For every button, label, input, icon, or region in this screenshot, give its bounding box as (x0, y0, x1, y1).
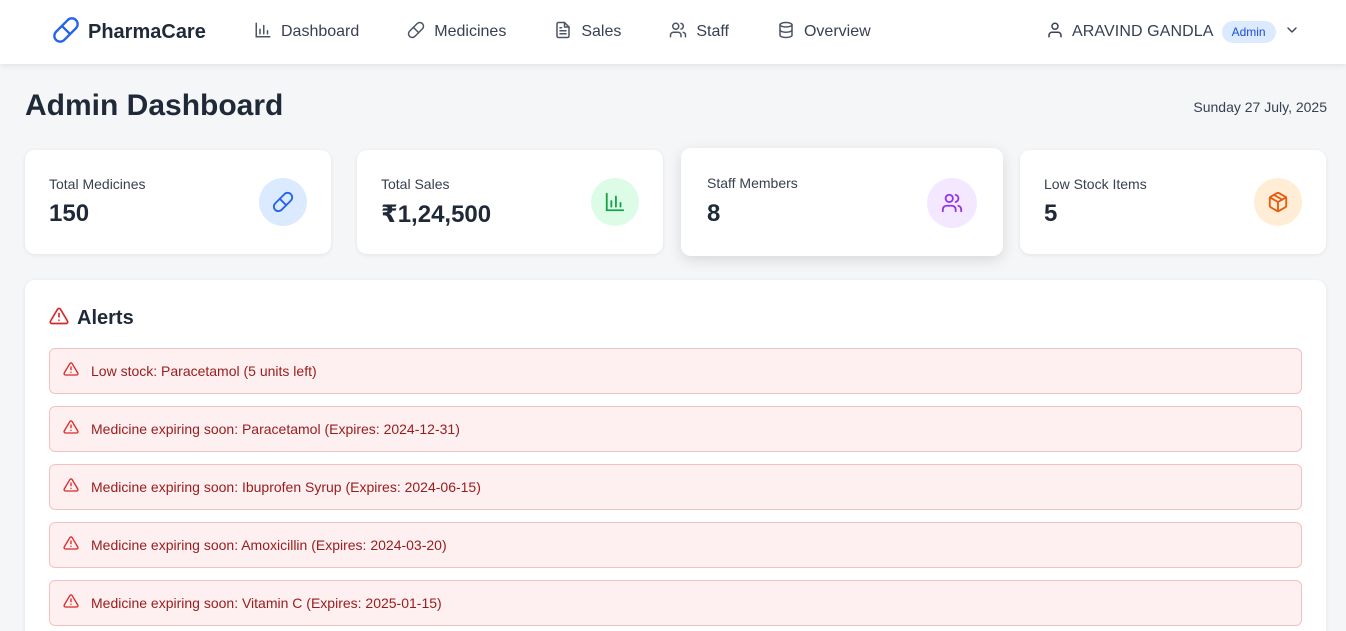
stat-value: ₹1,24,500 (381, 201, 492, 228)
users-icon (669, 21, 687, 44)
alert-text: Medicine expiring soon: Ibuprofen Syrup … (91, 479, 481, 495)
stat-value: 8 (707, 200, 721, 227)
page-title: Admin Dashboard (25, 89, 284, 122)
pill-icon (259, 178, 307, 226)
stat-value: 150 (49, 200, 90, 227)
nav-item-dashboard[interactable]: Dashboard (254, 0, 359, 64)
package-icon (1254, 178, 1302, 226)
brand-name: PharmaCare (88, 20, 206, 43)
stat-card-total-medicines: Total Medicines 150 (25, 150, 331, 254)
alert-item: Medicine expiring soon: Paracetamol (Exp… (49, 406, 1302, 452)
document-icon (554, 21, 572, 44)
stat-card-staff-members: Staff Members 8 (681, 148, 1003, 256)
stat-card-low-stock: Low Stock Items 5 (1020, 150, 1326, 254)
stat-label: Staff Members (707, 175, 798, 191)
users-icon (927, 178, 977, 228)
stat-label: Total Sales (381, 176, 450, 192)
alerts-title: Alerts (77, 307, 134, 329)
stat-card-total-sales: Total Sales ₹1,24,500 (357, 150, 663, 254)
warning-icon (63, 477, 79, 498)
warning-icon (63, 593, 79, 614)
alert-text: Medicine expiring soon: Amoxicillin (Exp… (91, 537, 447, 553)
stat-label: Low Stock Items (1044, 176, 1147, 192)
stat-label: Total Medicines (49, 176, 146, 192)
alerts-panel: Alerts Low stock: Paracetamol (5 units l… (25, 280, 1326, 631)
main-nav: Dashboard Medicines Sales Staff Overview (254, 0, 871, 64)
nav-label: Medicines (434, 23, 507, 40)
brand-logo[interactable]: PharmaCare (52, 16, 206, 49)
alert-item: Medicine expiring soon: Vitamin C (Expir… (49, 580, 1302, 626)
nav-label: Staff (696, 23, 729, 40)
top-navbar: PharmaCare Dashboard Medicines Sales Sta… (0, 0, 1346, 64)
nav-item-staff[interactable]: Staff (669, 0, 729, 64)
nav-item-medicines[interactable]: Medicines (407, 0, 506, 64)
user-menu[interactable]: ARAVIND GANDLA Admin (1046, 18, 1300, 46)
warning-icon (49, 306, 69, 331)
nav-label: Overview (803, 23, 871, 40)
alert-item: Medicine expiring soon: Amoxicillin (Exp… (49, 522, 1302, 568)
alerts-header: Alerts (49, 306, 134, 331)
bar-chart-icon (254, 21, 272, 44)
warning-icon (63, 361, 79, 382)
chevron-down-icon[interactable] (1284, 22, 1300, 43)
user-name: ARAVIND GANDLA (1072, 23, 1214, 40)
alert-item: Medicine expiring soon: Ibuprofen Syrup … (49, 464, 1302, 510)
alert-text: Medicine expiring soon: Paracetamol (Exp… (91, 421, 460, 437)
pill-icon (407, 21, 425, 44)
bar-chart-icon (591, 178, 639, 226)
role-badge: Admin (1221, 21, 1276, 43)
user-icon (1046, 21, 1064, 44)
nav-item-sales[interactable]: Sales (554, 0, 621, 64)
pill-icon (52, 16, 80, 49)
alert-text: Medicine expiring soon: Vitamin C (Expir… (91, 595, 442, 611)
nav-item-overview[interactable]: Overview (777, 0, 871, 64)
database-icon (777, 21, 795, 44)
stat-value: 5 (1044, 200, 1058, 227)
current-date: Sunday 27 July, 2025 (1193, 99, 1327, 115)
nav-label: Sales (581, 23, 622, 40)
warning-icon (63, 419, 79, 440)
alert-item: Low stock: Paracetamol (5 units left) (49, 348, 1302, 394)
nav-label: Dashboard (281, 23, 360, 40)
alert-text: Low stock: Paracetamol (5 units left) (91, 363, 317, 379)
warning-icon (63, 535, 79, 556)
